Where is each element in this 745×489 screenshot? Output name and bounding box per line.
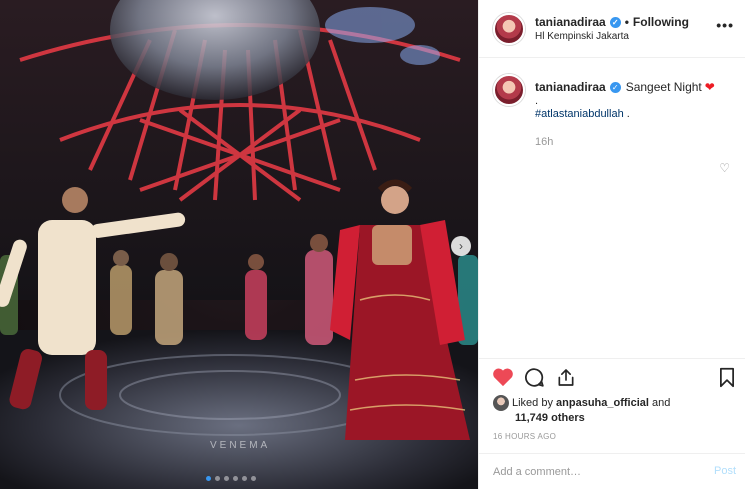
caption-avatar[interactable] <box>493 74 525 106</box>
carousel-dot <box>251 476 256 481</box>
follow-status-button[interactable]: Following <box>633 15 689 29</box>
post-actions: Liked by anpasuha_official and 11,749 ot… <box>479 358 745 489</box>
bookmark-icon[interactable] <box>718 367 736 388</box>
liked-by-prefix: Liked by <box>512 397 553 409</box>
post-timestamp[interactable]: 16 HOURS AGO <box>493 432 556 441</box>
liker-avatar[interactable] <box>493 395 509 411</box>
verified-badge-icon: ✓ <box>609 16 621 28</box>
comment-box: Post <box>479 453 745 489</box>
caption-dot: . <box>535 95 539 107</box>
red-heart-emoji-icon: ❤ <box>704 80 715 94</box>
author-username[interactable]: tanianadiraa <box>535 15 606 29</box>
carousel-dot <box>233 476 238 481</box>
carousel-dot <box>224 476 229 481</box>
post-comment-button[interactable]: Post <box>714 465 736 477</box>
carousel-dot <box>242 476 247 481</box>
photo-watermark: VENEMA <box>210 440 271 451</box>
caption-like-heart-icon[interactable]: ♡ <box>719 161 730 175</box>
carousel-next-icon[interactable]: › <box>451 236 471 256</box>
heart-icon[interactable] <box>492 367 514 387</box>
wedding-dance-photo <box>0 0 478 489</box>
carousel-dots <box>206 476 256 481</box>
caption-hashtag[interactable]: #atlastaniabdullah <box>535 108 624 120</box>
liker-username[interactable]: anpasuha_official <box>556 397 649 409</box>
post-location[interactable]: Hl Kempinski Jakarta <box>535 31 629 42</box>
comment-input[interactable] <box>493 462 693 482</box>
caption-username[interactable]: tanianadiraa <box>535 80 606 94</box>
post-photo[interactable]: VENEMA › <box>0 0 478 489</box>
caption-text: Sangeet Night <box>625 80 702 94</box>
comment-icon[interactable] <box>524 367 545 388</box>
verified-badge-icon: ✓ <box>609 81 621 93</box>
liked-by-connector: and <box>652 397 671 409</box>
author-avatar[interactable] <box>493 13 525 45</box>
carousel-dot <box>215 476 220 481</box>
caption-time-ago: 16h <box>535 136 554 148</box>
post-side-panel: tanianadiraa ✓ • Following Hl Kempinski … <box>478 0 745 489</box>
caption-area: tanianadiraa ✓ Sangeet Night ❤ . #atlast… <box>479 58 745 358</box>
carousel-dot <box>206 476 211 481</box>
post-header: tanianadiraa ✓ • Following Hl Kempinski … <box>479 0 745 58</box>
more-options-icon[interactable]: ••• <box>716 17 734 33</box>
likes-count[interactable]: 11,749 others <box>515 412 585 424</box>
header-separator: • <box>624 15 629 29</box>
share-icon[interactable] <box>556 367 576 388</box>
caption-hashtag-suffix: . <box>623 108 630 120</box>
